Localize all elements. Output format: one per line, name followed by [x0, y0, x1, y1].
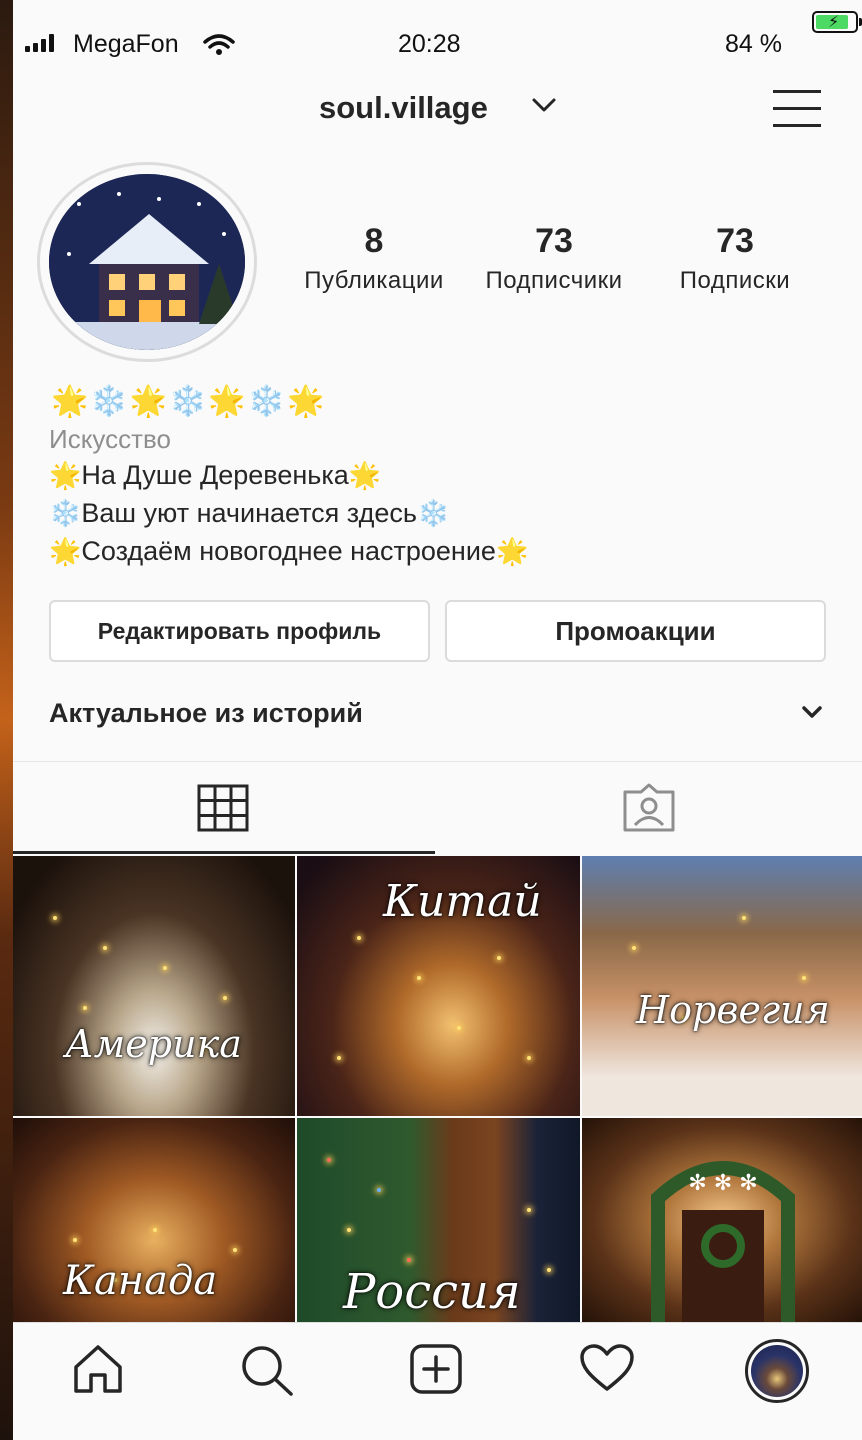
- home-icon[interactable]: [71, 1343, 125, 1395]
- bio-line-2: ❄️Ваш уют начинается здесь❄️: [49, 498, 449, 529]
- svg-text:✻ ✻ ✻: ✻ ✻ ✻: [688, 1171, 757, 1196]
- snowflake-emoji: ❄️: [49, 498, 82, 528]
- avatar[interactable]: [49, 174, 245, 350]
- stat-following-value: 73: [716, 222, 754, 260]
- star-emoji: 🌟: [49, 536, 82, 566]
- star-emoji: 🌟: [348, 460, 382, 490]
- post-tile[interactable]: Норвегия: [582, 856, 862, 1116]
- background-edge: [0, 0, 13, 1440]
- avatar-house-image: [49, 174, 245, 350]
- chevron-down-icon[interactable]: [801, 704, 823, 720]
- post-tile[interactable]: Китай: [297, 856, 580, 1116]
- profile-header: soul.village: [13, 80, 862, 140]
- profile-tabs: [13, 761, 862, 855]
- status-bar: MegaFon 20:28 84 %: [13, 22, 862, 68]
- chevron-down-icon[interactable]: [531, 96, 557, 114]
- stat-posts-value: 8: [364, 222, 384, 260]
- star-emoji: 🌟: [495, 536, 529, 566]
- wifi-icon: [203, 34, 235, 55]
- promotions-button[interactable]: Промоакции: [445, 600, 826, 662]
- post-caption: Китай: [383, 876, 542, 927]
- snowflake-emoji: ❄️: [416, 498, 450, 528]
- bio-emoji-row: 🌟❄️🌟❄️🌟❄️🌟: [51, 385, 327, 418]
- post-caption: Россия: [343, 1264, 521, 1320]
- bio-line-1: 🌟На Душе Деревенька🌟: [49, 460, 381, 491]
- post-caption: Канада: [63, 1258, 218, 1304]
- bio-line-text: Создаём новогоднее настроение: [81, 536, 496, 566]
- battery-percentage: 84 %: [725, 30, 782, 58]
- profile-tab-avatar[interactable]: [745, 1339, 809, 1403]
- door-wreath-image: ✻ ✻ ✻: [651, 1161, 795, 1322]
- post-tile[interactable]: Россия: [297, 1118, 580, 1322]
- grid-icon[interactable]: [197, 784, 249, 832]
- bio-category: Искусство: [49, 424, 171, 454]
- search-icon[interactable]: [239, 1343, 295, 1397]
- active-tab-indicator: [13, 851, 435, 854]
- stat-following-label: Подписки: [679, 267, 791, 294]
- stat-posts-label: Публикации: [304, 267, 444, 294]
- post-tile[interactable]: Америка: [13, 856, 295, 1116]
- bio-line-3: 🌟Создаём новогоднее настроение🌟: [49, 536, 528, 567]
- carrier-name: MegaFon: [73, 30, 179, 58]
- status-area-background: [0, 0, 862, 22]
- new-post-icon[interactable]: [409, 1343, 463, 1395]
- stat-followers-value: 73: [535, 222, 573, 260]
- post-tile[interactable]: ✻ ✻ ✻: [582, 1118, 862, 1322]
- bio-line-text: Ваш уют начинается здесь: [81, 498, 417, 528]
- avatar: [751, 1345, 803, 1397]
- post-grid: Америка Китай Норвегия Канада Россия ✻ ✻…: [13, 856, 862, 1322]
- phone-screen: MegaFon 20:28 84 % soul.village 8 Публик…: [13, 22, 862, 1417]
- post-caption: Норвегия: [636, 988, 830, 1032]
- stat-followers[interactable]: 73 Подписчики: [473, 222, 635, 295]
- edit-profile-button[interactable]: Редактировать профиль: [49, 600, 430, 662]
- story-highlights-label[interactable]: Актуальное из историй: [49, 698, 363, 729]
- bio-line-text: На Душе Деревенька: [81, 460, 349, 490]
- stat-posts: 8 Публикации: [291, 222, 457, 295]
- bottom-navigation: [13, 1322, 862, 1417]
- battery-fill: ⚡: [816, 14, 848, 31]
- status-time: 20:28: [398, 30, 461, 58]
- account-switcher-username[interactable]: soul.village: [319, 90, 488, 126]
- menu-icon[interactable]: [773, 90, 821, 128]
- stat-followers-label: Подписчики: [485, 267, 623, 294]
- tagged-photos-icon[interactable]: [621, 782, 677, 834]
- heart-icon[interactable]: [579, 1343, 635, 1393]
- battery-icon: ⚡: [812, 11, 858, 33]
- star-emoji: 🌟: [49, 460, 82, 490]
- post-tile[interactable]: Канада: [13, 1118, 295, 1322]
- home-indicator-area: [0, 1417, 862, 1440]
- post-caption: Америка: [65, 1022, 242, 1066]
- signal-icon: [25, 34, 54, 52]
- stat-following[interactable]: 73 Подписки: [653, 222, 817, 295]
